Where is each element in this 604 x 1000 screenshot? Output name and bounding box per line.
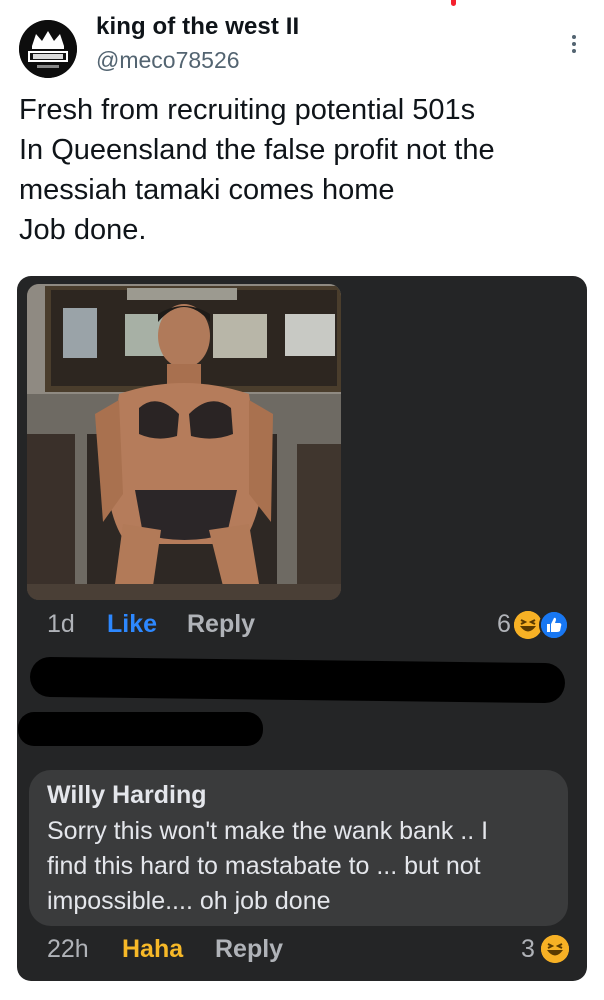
first-comment-time: 1d — [47, 610, 75, 638]
author-display-name[interactable]: king of the west II — [96, 13, 299, 41]
second-reply-link[interactable]: Reply — [215, 935, 283, 964]
comment-text: Sorry this won't make the wank bank .. I… — [47, 814, 557, 919]
photo-image — [27, 284, 341, 600]
second-reaction-count: 3 — [521, 935, 535, 963]
author-avatar[interactable] — [19, 20, 77, 78]
comment-text-line: impossible.... oh job done — [47, 887, 331, 915]
commenter-name[interactable]: Willy Harding — [47, 781, 207, 810]
author-handle[interactable]: @meco78526 — [96, 47, 240, 74]
redaction-bar — [29, 656, 566, 704]
tweet-text-line: messiah tamaki comes home — [19, 174, 395, 206]
haha-emoji-icon — [514, 611, 542, 639]
notification-dot — [451, 0, 456, 6]
tweet-text: Fresh from recruiting potential 501s In … — [19, 90, 589, 250]
redaction-bar — [18, 712, 263, 746]
second-comment-time: 22h — [47, 935, 89, 963]
crown-logo-icon — [19, 20, 77, 78]
first-reply-link[interactable]: Reply — [187, 610, 255, 639]
like-link[interactable]: Like — [107, 610, 157, 639]
tweet-text-line: Job done. — [19, 214, 147, 246]
haha-emoji-icon — [541, 935, 569, 963]
comment-text-line: Sorry this won't make the wank bank .. I — [47, 817, 489, 845]
haha-link[interactable]: Haha — [122, 935, 183, 964]
comment-photo[interactable] — [27, 284, 341, 600]
first-reaction-count: 6 — [497, 610, 511, 638]
tweet-text-line: Fresh from recruiting potential 501s — [19, 94, 476, 126]
comment-text-line: find this hard to mastabate to ... but n… — [47, 852, 481, 880]
like-thumb-icon — [539, 610, 569, 640]
tweet-text-line: In Queensland the false profit not the — [19, 134, 495, 166]
more-vertical-icon[interactable] — [564, 33, 584, 55]
